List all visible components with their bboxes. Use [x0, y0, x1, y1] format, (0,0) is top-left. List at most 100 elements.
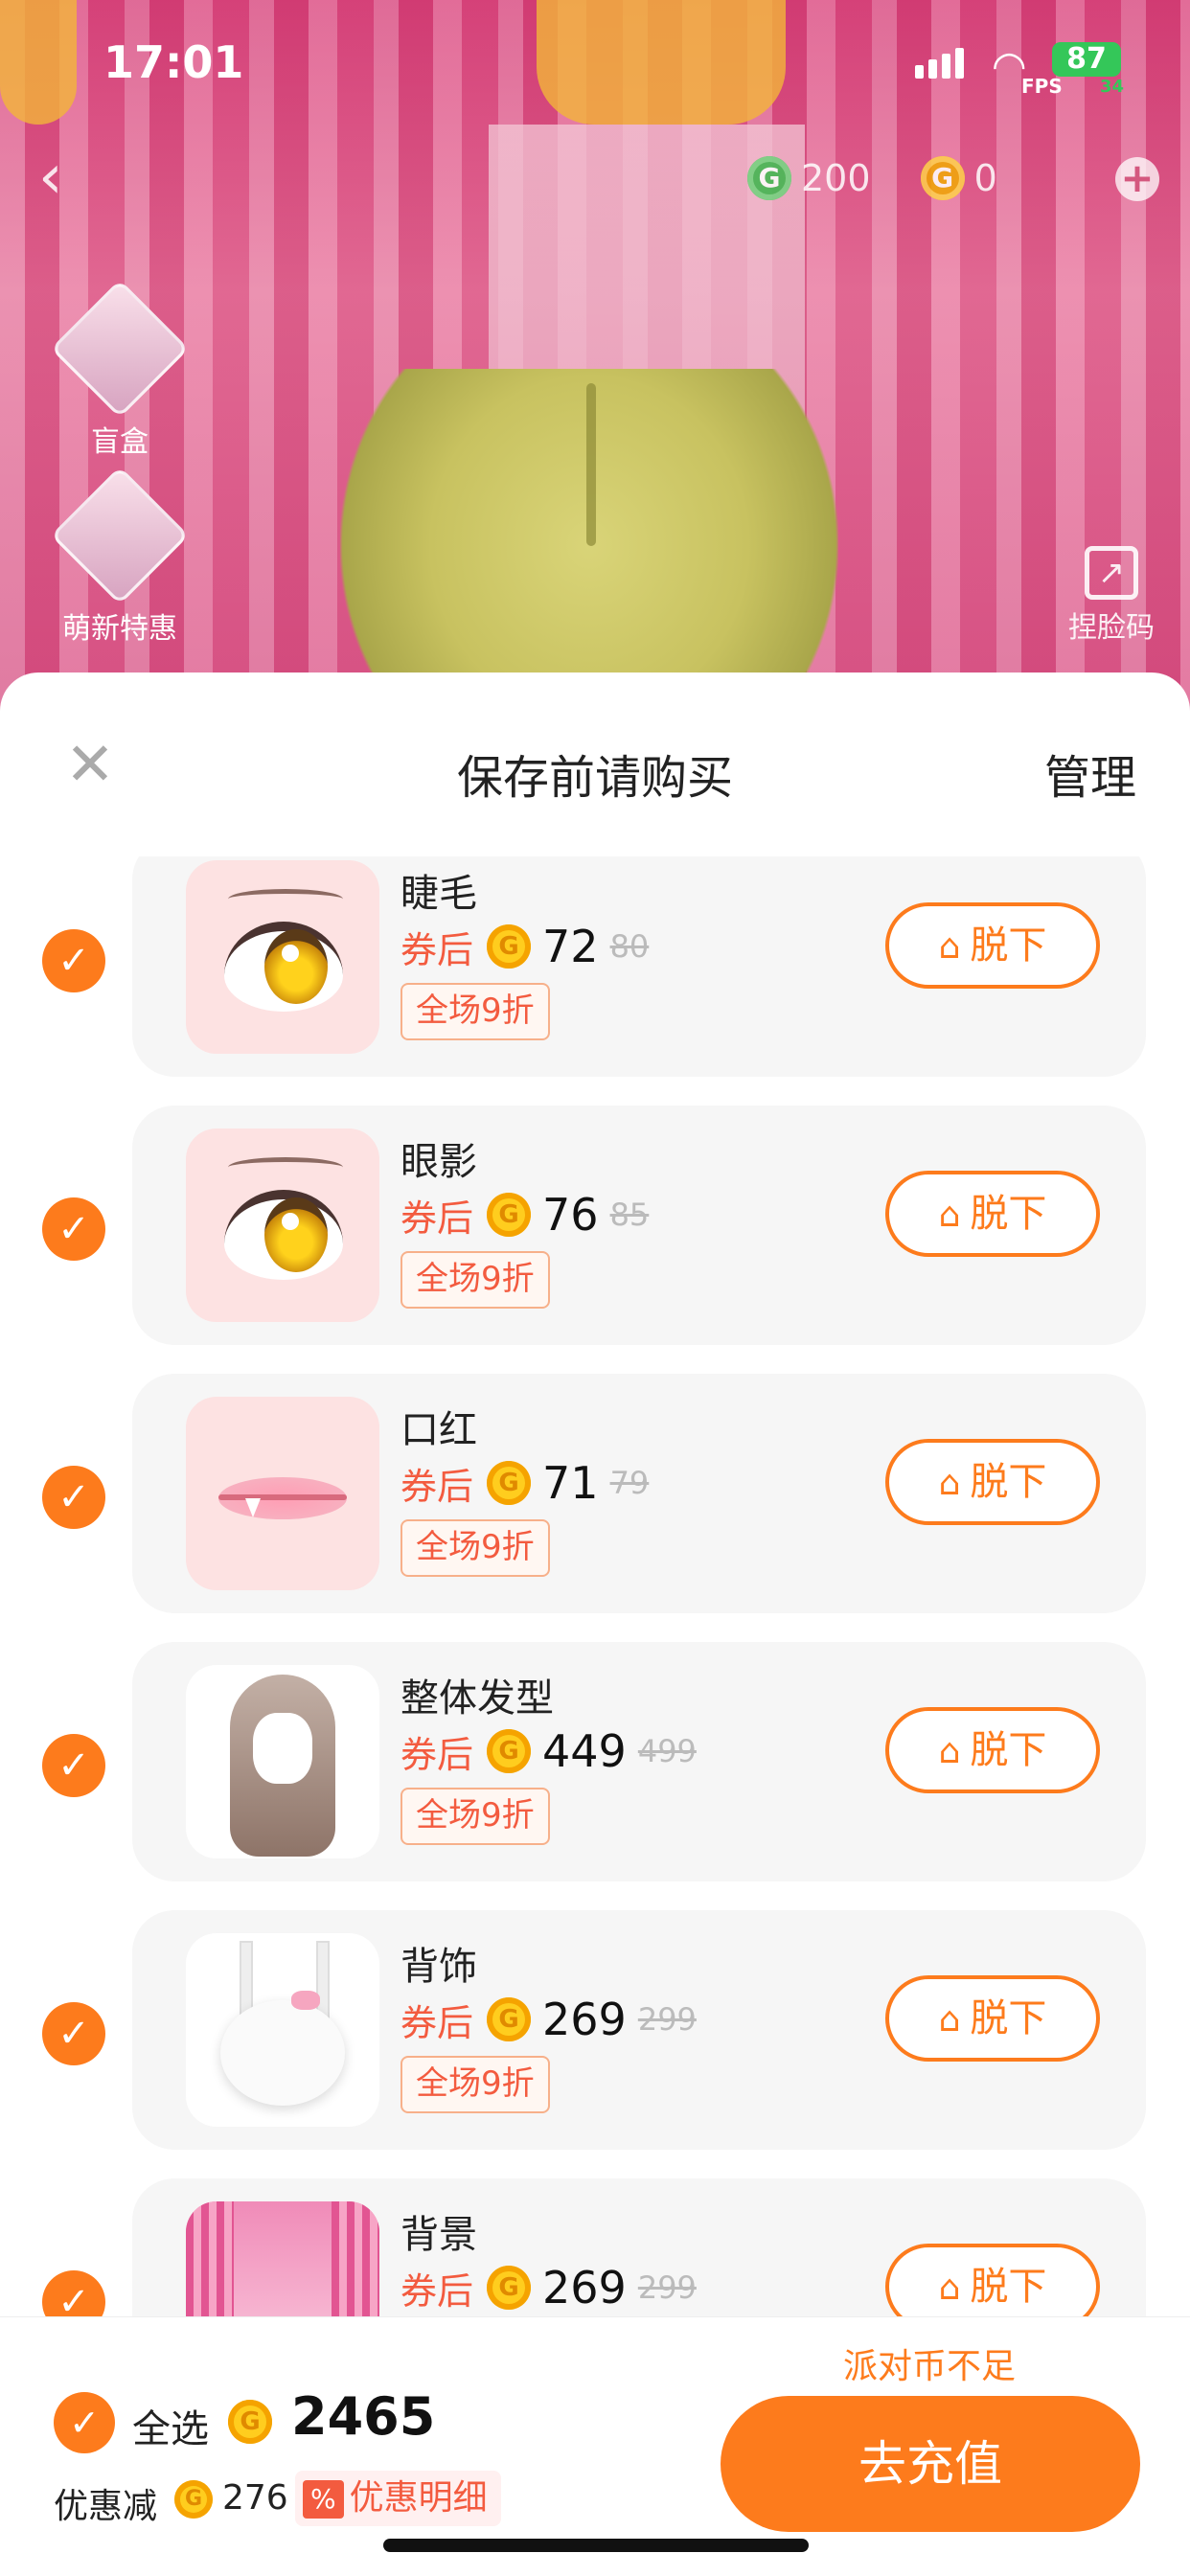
discount-tag: 全场9折: [400, 1251, 550, 1309]
gold-coin-icon: G: [920, 156, 965, 200]
discount-tag: 全场9折: [400, 2056, 550, 2113]
item-checkbox[interactable]: ✓: [42, 1734, 105, 1797]
price-line: 券后 G 269 299: [400, 1991, 697, 2048]
face-code-button[interactable]: ↗ 捏脸码: [1054, 546, 1169, 646]
back-button[interactable]: ‹: [38, 144, 86, 211]
item-checkbox[interactable]: ✓: [42, 1197, 105, 1261]
discount-tag: 全场9折: [400, 983, 550, 1040]
gold-coin-icon: G: [174, 2480, 213, 2519]
iris-art: [264, 929, 328, 1004]
newbie-offer-label: 萌新特惠: [62, 612, 177, 646]
remove-button[interactable]: ⌂ 脱下: [885, 1171, 1100, 1257]
price-line: 券后 G 269 299: [400, 2259, 697, 2316]
iris-art: [264, 1197, 328, 1272]
list-item: ✓ 背饰 券后 G 269 299 全场9折 ⌂ 脱下: [0, 1910, 1190, 2157]
remove-button[interactable]: ⌂ 脱下: [885, 1707, 1100, 1793]
item-original-price: 80: [609, 928, 650, 965]
after-coupon-label: 券后: [400, 2269, 474, 2313]
remove-button[interactable]: ⌂ 脱下: [885, 2244, 1100, 2322]
item-list[interactable]: ✓ 睫毛 券后 G 72 80 全场9折 ⌂ 脱下 ✓ 眼影 券后 G 76 8…: [0, 856, 1190, 2322]
price-line: 券后 G 72 80: [400, 918, 649, 975]
item-price: 76: [542, 1189, 599, 1241]
hanger-icon: ⌂: [938, 927, 961, 967]
currency-gold-amount: 0: [973, 157, 997, 199]
percent-icon: %: [303, 2480, 344, 2519]
item-name: 眼影: [400, 1140, 477, 1184]
avatar-hair-part: [586, 383, 596, 546]
item-checkbox[interactable]: ✓: [42, 1466, 105, 1529]
backpack-thumbnail: [186, 1933, 379, 2127]
blind-box-label: 盲盒: [91, 425, 149, 459]
curtain-art: [186, 2201, 234, 2322]
remove-label: 脱下: [970, 1192, 1047, 1236]
hairstyle-thumbnail: [186, 1665, 379, 1858]
price-line: 券后 G 76 85: [400, 1186, 649, 1243]
battery-sub: 34: [1100, 77, 1125, 97]
list-item: ✓ 睫毛 券后 G 72 80 全场9折 ⌂ 脱下: [0, 856, 1190, 1084]
brow-art: [228, 889, 343, 909]
item-checkbox[interactable]: ✓: [42, 929, 105, 992]
item-price: 71: [542, 1457, 599, 1509]
eyeshadow-thumbnail: [186, 1128, 379, 1322]
discount-label: 优惠减: [54, 2487, 158, 2526]
select-all-checkbox[interactable]: ✓: [54, 2392, 115, 2453]
newbie-offer-entry[interactable]: 萌新特惠: [48, 466, 192, 647]
add-currency-button[interactable]: +: [1115, 157, 1159, 201]
item-card: 整体发型 券后 G 449 499 全场9折 ⌂ 脱下: [132, 1642, 1146, 1881]
after-coupon-label: 券后: [400, 1733, 474, 1776]
gift-box-icon: [50, 279, 190, 419]
remove-label: 脱下: [970, 2265, 1047, 2309]
item-name: 睫毛: [400, 872, 477, 916]
curtain-art: [332, 2201, 379, 2322]
sheet-header: ✕ 保存前请购买 管理: [0, 672, 1190, 826]
price-line: 券后 G 71 79: [400, 1454, 649, 1512]
signal-icon: [915, 48, 969, 79]
background-art: [186, 2201, 379, 2322]
recharge-button[interactable]: 去充值: [721, 2396, 1140, 2532]
fang-art: [245, 1498, 261, 1517]
home-indicator: [383, 2539, 809, 2552]
purchase-sheet: ✕ 保存前请购买 管理 ✓ 睫毛 券后 G 72 80 全场9折 ⌂ 脱下 ✓ …: [0, 672, 1190, 2575]
gold-coin-icon: G: [487, 1729, 532, 1773]
remove-label: 脱下: [970, 1996, 1047, 2040]
green-coin-icon: G: [747, 156, 791, 200]
bow-art: [291, 1991, 320, 2010]
discount-tag: 全场9折: [400, 1519, 550, 1577]
list-item: ✓ 背景 券后 G 269 299 全场9折 ⌂脱下: [0, 2178, 1190, 2322]
fps-label: FPS: [1021, 75, 1063, 98]
remove-label: 脱下: [970, 923, 1047, 968]
list-item: ✓ 口红 券后 G 71 79 全场9折 ⌂ 脱下: [0, 1374, 1190, 1621]
newbie-offer-icon: [50, 466, 190, 605]
item-name: 背景: [400, 2213, 477, 2257]
shine-art: [282, 945, 299, 962]
discount-amount: 276: [222, 2478, 288, 2518]
item-original-price: 299: [637, 2269, 697, 2306]
hanger-icon: ⌂: [938, 1464, 961, 1503]
remove-button[interactable]: ⌂ 脱下: [885, 1439, 1100, 1525]
checkout-footer: 派对币不足 ✓ 全选 G 2465 优惠减 G 276 % 优惠明细 去充值: [0, 2316, 1190, 2576]
battery-icon: 87: [1052, 42, 1121, 77]
sheet-title: 保存前请购买: [456, 751, 733, 805]
lip-line-art: [218, 1494, 347, 1500]
blind-box-entry[interactable]: 盲盒: [48, 279, 192, 460]
remove-button[interactable]: ⌂ 脱下: [885, 902, 1100, 989]
manage-button[interactable]: 管理: [1044, 740, 1136, 807]
item-checkbox[interactable]: ✓: [42, 2270, 105, 2322]
item-price: 269: [542, 2262, 627, 2314]
item-price: 449: [542, 1725, 627, 1777]
item-checkbox[interactable]: ✓: [42, 2002, 105, 2065]
gold-coin-icon: G: [487, 1997, 532, 2041]
item-name: 口红: [400, 1408, 477, 1452]
gold-coin-icon: G: [487, 1461, 532, 1505]
total-price: 2465: [291, 2386, 436, 2447]
item-original-price: 79: [609, 1465, 650, 1501]
status-bar: 17:01 ◠ FPS 87 34: [0, 36, 1190, 98]
status-time: 17:01: [103, 36, 244, 88]
discount-tag: 全场9折: [400, 1788, 550, 1845]
item-original-price: 85: [609, 1197, 650, 1233]
hanger-icon: ⌂: [938, 2000, 961, 2040]
discount-detail-button[interactable]: % 优惠明细: [295, 2471, 501, 2526]
item-card: 背饰 券后 G 269 299 全场9折 ⌂ 脱下: [132, 1910, 1146, 2150]
select-all-label[interactable]: 全选: [132, 2398, 209, 2453]
remove-button[interactable]: ⌂ 脱下: [885, 1975, 1100, 2062]
